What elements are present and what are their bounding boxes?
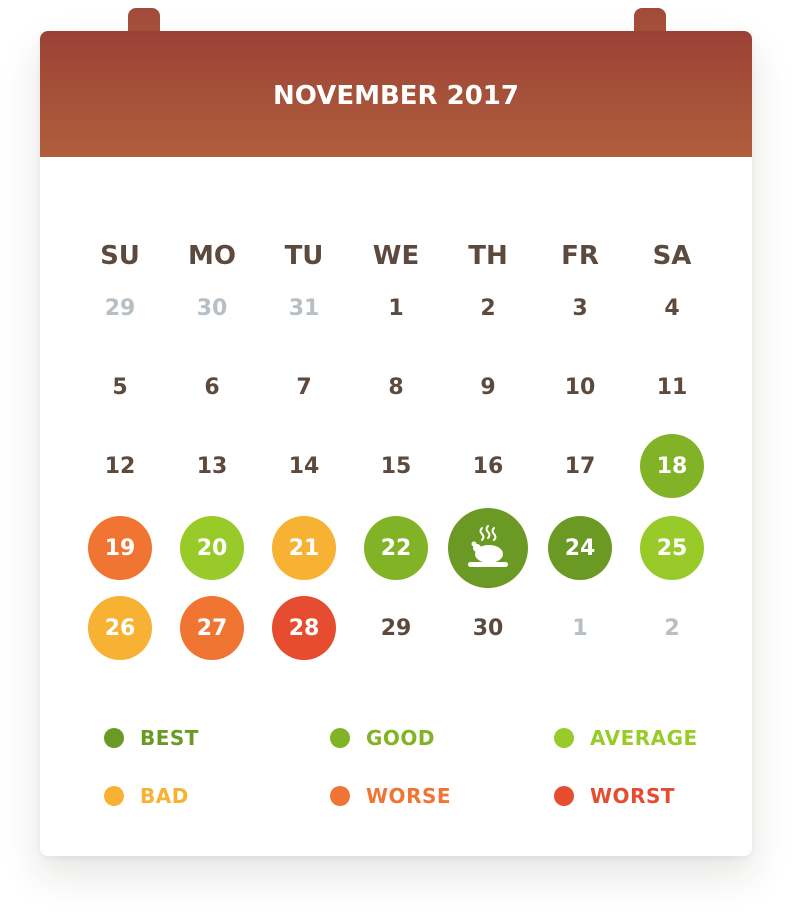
- day-number: 30: [472, 615, 504, 641]
- legend-label: BAD: [140, 784, 189, 808]
- day-number: 10: [564, 374, 596, 400]
- legend-label: GOOD: [366, 726, 436, 750]
- day-number: 1: [388, 295, 404, 321]
- day-number: 30: [196, 295, 228, 321]
- day-cell[interactable]: 12: [88, 434, 152, 498]
- day-number: 14: [288, 453, 320, 479]
- day-number: 19: [104, 535, 136, 561]
- legend-item-best: BEST: [104, 726, 199, 750]
- day-number: 16: [472, 453, 504, 479]
- day-number: 26: [104, 615, 136, 641]
- weekday-label: FR: [561, 241, 599, 271]
- day-number: 15: [380, 453, 412, 479]
- day-cell[interactable]: 20: [180, 516, 244, 580]
- day-number: 7: [296, 374, 312, 400]
- weekday-label: SA: [652, 241, 692, 271]
- day-number: 25: [656, 535, 688, 561]
- weekday-label: MO: [188, 241, 236, 271]
- day-cell[interactable]: 8: [364, 355, 428, 419]
- day-number: 3: [572, 295, 588, 321]
- day-cell[interactable]: 4: [640, 276, 704, 340]
- day-number: 31: [288, 295, 320, 321]
- day-number: 22: [380, 535, 412, 561]
- day-cell[interactable]: 5: [88, 355, 152, 419]
- day-cell[interactable]: 1: [548, 596, 612, 660]
- day-number: 11: [656, 374, 688, 400]
- day-number: 6: [204, 374, 220, 400]
- legend-item-worse: WORSE: [330, 784, 451, 808]
- day-cell[interactable]: 19: [88, 516, 152, 580]
- day-number: 1: [572, 615, 588, 641]
- roast-turkey-icon: [468, 525, 508, 567]
- day-cell[interactable]: 27: [180, 596, 244, 660]
- day-cell[interactable]: 10: [548, 355, 612, 419]
- legend-dot: [330, 728, 350, 748]
- day-cell[interactable]: 29: [364, 596, 428, 660]
- legend-item-bad: BAD: [104, 784, 189, 808]
- day-number: 13: [196, 453, 228, 479]
- day-number: 4: [664, 295, 680, 321]
- day-cell[interactable]: 7: [272, 355, 336, 419]
- legend-item-worst: WORST: [554, 784, 675, 808]
- day-cell[interactable]: 2: [640, 596, 704, 660]
- day-cell[interactable]: 29: [88, 276, 152, 340]
- day-cell[interactable]: 13: [180, 434, 244, 498]
- calendar-header: NOVEMBER 2017: [40, 31, 752, 157]
- weekday-label: SU: [100, 241, 140, 271]
- day-number: 17: [564, 453, 596, 479]
- day-cell[interactable]: 14: [272, 434, 336, 498]
- day-cell[interactable]: 16: [456, 434, 520, 498]
- day-cell[interactable]: 15: [364, 434, 428, 498]
- day-cell[interactable]: 9: [456, 355, 520, 419]
- legend-label: BEST: [140, 726, 199, 750]
- day-cell[interactable]: 6: [180, 355, 244, 419]
- legend-dot: [554, 786, 574, 806]
- day-cell[interactable]: 18: [640, 434, 704, 498]
- weekday-label: TH: [468, 241, 508, 271]
- legend-item-average: AVERAGE: [554, 726, 698, 750]
- day-cell[interactable]: 17: [548, 434, 612, 498]
- legend-label: WORST: [590, 784, 676, 808]
- day-cell-thanksgiving[interactable]: [448, 508, 528, 588]
- day-cell[interactable]: 11: [640, 355, 704, 419]
- legend-dot: [330, 786, 350, 806]
- day-cell[interactable]: 21: [272, 516, 336, 580]
- day-number: 29: [380, 615, 412, 641]
- day-cell[interactable]: 26: [88, 596, 152, 660]
- day-number: 8: [388, 374, 404, 400]
- legend-dot: [554, 728, 574, 748]
- day-cell[interactable]: 22: [364, 516, 428, 580]
- day-number: 2: [480, 295, 496, 321]
- day-cell[interactable]: 30: [180, 276, 244, 340]
- day-number: 20: [196, 535, 228, 561]
- day-cell[interactable]: 30: [456, 596, 520, 660]
- day-cell[interactable]: 2: [456, 276, 520, 340]
- legend-dot: [104, 786, 124, 806]
- weekday-label: WE: [372, 241, 420, 271]
- legend-dot: [104, 728, 124, 748]
- legend-label: WORSE: [366, 784, 452, 808]
- day-number: 21: [288, 535, 320, 561]
- day-cell[interactable]: 31: [272, 276, 336, 340]
- day-number: 18: [656, 453, 688, 479]
- day-number: 5: [112, 374, 128, 400]
- legend-label: AVERAGE: [590, 726, 698, 750]
- day-cell[interactable]: 1: [364, 276, 428, 340]
- day-number: 2: [664, 615, 680, 641]
- day-cell[interactable]: 3: [548, 276, 612, 340]
- day-number: 28: [288, 615, 320, 641]
- calendar-card: NOVEMBER 2017 SU MO TU WE TH FR SA 29 30 3…: [40, 31, 752, 856]
- day-number: 12: [104, 453, 136, 479]
- day-cell[interactable]: 28: [272, 596, 336, 660]
- day-cell[interactable]: 25: [640, 516, 704, 580]
- weekday-label: TU: [284, 241, 324, 271]
- month-title: NOVEMBER 2017: [273, 81, 519, 111]
- legend-item-good: GOOD: [330, 726, 435, 750]
- day-number: 24: [564, 535, 596, 561]
- day-number: 29: [104, 295, 136, 321]
- day-number: 9: [480, 374, 496, 400]
- day-cell[interactable]: 24: [548, 516, 612, 580]
- day-number: 27: [196, 615, 228, 641]
